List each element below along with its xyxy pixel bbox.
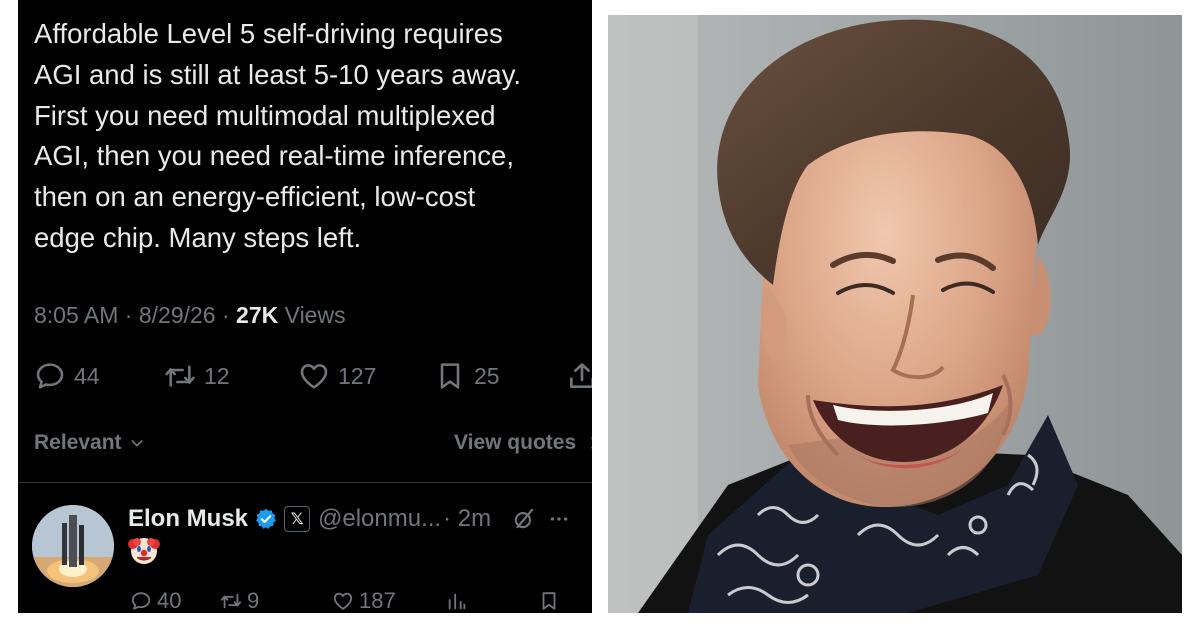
like-count: 127	[338, 362, 377, 389]
repost-icon	[220, 593, 242, 609]
reply-repost-button[interactable]: 9	[220, 588, 259, 613]
bookmark-count: 25	[474, 362, 500, 389]
repost-button[interactable]: 12	[164, 358, 230, 394]
reply-reply-count: 40	[157, 588, 182, 613]
bookmark-button[interactable]: 25	[434, 358, 500, 394]
like-icon	[300, 364, 328, 389]
avatar-rocket-image	[32, 505, 114, 587]
repost-count: 12	[204, 362, 230, 389]
like-icon	[333, 592, 353, 610]
share-button[interactable]	[566, 358, 592, 394]
tweet-text: Affordable Level 5 self-driving requires…	[34, 18, 522, 253]
reply-bookmark-button[interactable]	[538, 588, 565, 613]
reply-header: Elon Musk 𝕏 @elonmu... · 2m	[128, 502, 569, 536]
tweet-views-label: Views	[284, 302, 346, 328]
repost-icon	[165, 365, 195, 387]
tweet-screenshot-panel: Affordable Level 5 self-driving requires…	[18, 0, 592, 613]
tweet-meta: 8:05 AM · 8/29/26 · 27K Views	[34, 302, 346, 328]
share-icon	[570, 363, 592, 388]
portrait-photo	[608, 15, 1182, 613]
avatar[interactable]	[32, 505, 114, 587]
reply-reply-button[interactable]: 40	[130, 588, 181, 613]
reply-count: 44	[74, 362, 100, 389]
laughing-man-photo	[608, 15, 1182, 613]
reply-time[interactable]: · 2m	[443, 505, 491, 533]
replies-sort-label: Relevant	[34, 431, 122, 454]
reply-icon	[36, 363, 64, 389]
reply-repost-count: 9	[247, 588, 260, 613]
reply-like-button[interactable]: 187	[332, 588, 396, 613]
chevron-right-icon	[591, 437, 592, 449]
bookmark-icon	[440, 363, 460, 389]
clown-emoji-icon	[128, 538, 160, 564]
reply-views-button[interactable]	[446, 588, 473, 613]
verified-icon	[256, 508, 276, 529]
grok-icon[interactable]	[511, 506, 537, 532]
replies-sort-dropdown[interactable]: Relevant	[34, 431, 145, 455]
divider	[18, 482, 592, 483]
view-quotes-link[interactable]: View quotes	[454, 431, 592, 455]
bookmark-icon	[542, 592, 556, 610]
more-icon[interactable]	[549, 509, 569, 529]
tweet-date[interactable]: 8/29/26	[139, 302, 216, 328]
view-quotes-label: View quotes	[454, 431, 577, 454]
views-icon	[448, 593, 466, 610]
reply-button[interactable]: 44	[34, 358, 100, 394]
reply-author-handle[interactable]: @elonmu...	[318, 505, 441, 533]
reply-like-count: 187	[359, 588, 396, 613]
tweet-views-count: 27K	[236, 302, 279, 328]
like-button[interactable]: 127	[298, 358, 376, 394]
reply-icon	[131, 592, 151, 610]
tweet-time[interactable]: 8:05 AM	[34, 302, 118, 328]
reply-author-name[interactable]: Elon Musk	[128, 505, 248, 533]
chevron-down-icon	[131, 440, 143, 447]
affiliate-badge: 𝕏	[284, 506, 311, 532]
